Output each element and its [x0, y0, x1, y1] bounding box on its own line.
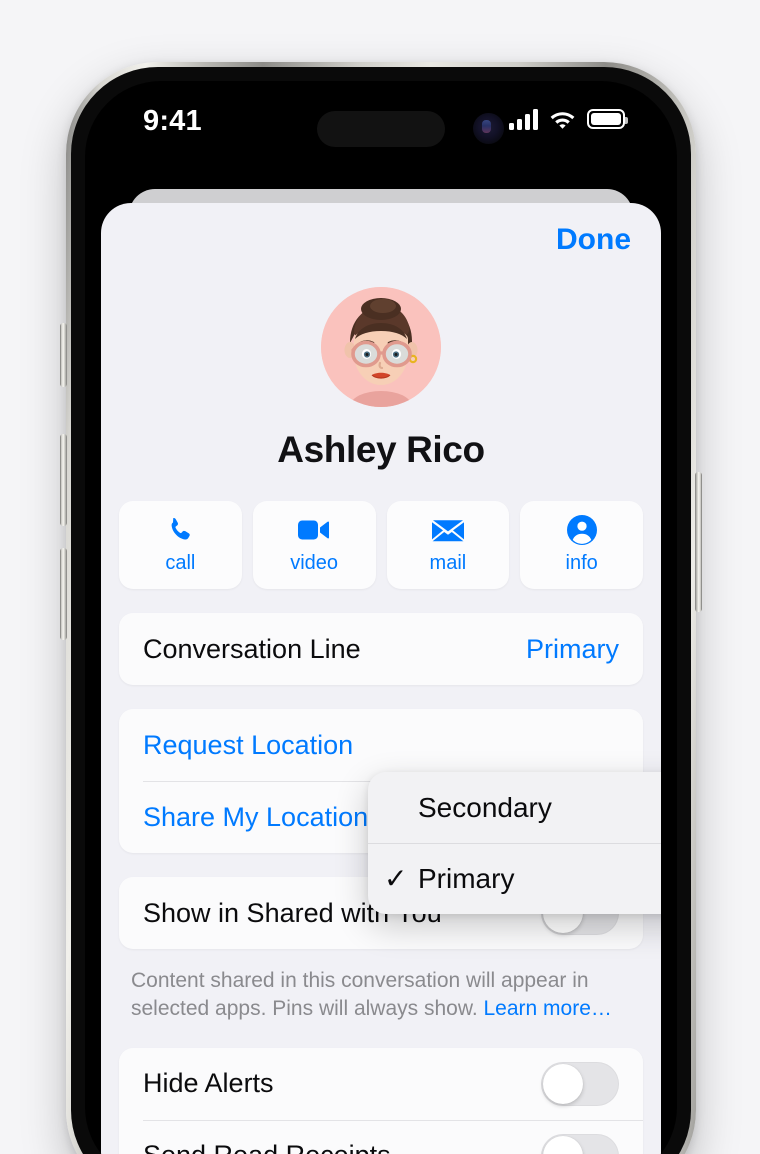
- primary-label: Primary: [418, 862, 515, 894]
- share-my-location-label: Share My Location: [143, 801, 369, 832]
- toggle-knob: [543, 1063, 583, 1104]
- power-button[interactable]: [695, 472, 702, 612]
- sheet-header: Done: [101, 203, 661, 275]
- context-menu-item-secondary[interactable]: Secondary S: [368, 772, 661, 843]
- screenshot-canvas: 9:41 Done Ashley Rico call video mail in…: [0, 0, 760, 1154]
- toggle-knob: [543, 1135, 583, 1154]
- alerts-group: Hide Alerts Send Read Receipts: [119, 1047, 643, 1154]
- dynamic-island: [317, 111, 445, 147]
- conversation-line-value: Primary: [526, 633, 619, 664]
- conversation-line-context-menu: Secondary S ✓ Primary P: [368, 772, 661, 914]
- phone-icon: [165, 515, 195, 545]
- video-button[interactable]: video: [252, 501, 376, 589]
- done-button[interactable]: Done: [556, 223, 631, 257]
- avatar[interactable]: [321, 287, 441, 407]
- conversation-line-group: Conversation Line Primary: [119, 613, 643, 685]
- contact-name: Ashley Rico: [277, 429, 485, 470]
- cellular-signal-icon: [509, 108, 538, 130]
- device-screen: 9:41 Done Ashley Rico call video mail in…: [85, 81, 677, 1154]
- learn-more-link[interactable]: Learn more…: [484, 997, 612, 1020]
- conversation-line-row[interactable]: Conversation Line Primary: [119, 613, 643, 685]
- request-location-label: Request Location: [143, 729, 354, 760]
- memoji-avatar: [321, 287, 441, 407]
- primary-checkmark: ✓: [384, 863, 408, 894]
- device-bezel: 9:41 Done Ashley Rico call video mail in…: [71, 67, 691, 1154]
- wifi-icon: [550, 111, 575, 129]
- status-bar-indicators: [509, 108, 628, 130]
- hide-alerts-row[interactable]: Hide Alerts: [119, 1048, 643, 1120]
- mail-button-label: mail: [429, 552, 467, 574]
- status-bar: 9:41: [85, 81, 677, 159]
- video-camera-icon: [298, 515, 330, 545]
- hide-alerts-label: Hide Alerts: [143, 1068, 274, 1099]
- volume-up-button[interactable]: [60, 434, 67, 526]
- shared-with-you-footnote: Content shared in this conversation will…: [131, 967, 631, 1024]
- envelope-icon: [431, 515, 464, 545]
- info-button[interactable]: info: [520, 501, 643, 589]
- volume-down-button[interactable]: [60, 548, 67, 640]
- camera-lens-glint: [482, 120, 491, 133]
- contact-details-sheet: Done Ashley Rico call video mail info Co…: [101, 203, 661, 1154]
- context-menu-item-primary[interactable]: ✓ Primary P: [368, 843, 661, 914]
- info-button-label: info: [565, 552, 598, 574]
- battery-full-icon: [587, 109, 628, 129]
- send-read-receipts-row[interactable]: Send Read Receipts: [119, 1119, 643, 1154]
- video-button-label: video: [290, 552, 339, 574]
- hide-alerts-toggle[interactable]: [541, 1061, 619, 1106]
- avatar-container: [101, 287, 661, 407]
- conversation-line-label: Conversation Line: [143, 633, 361, 664]
- send-read-receipts-label: Send Read Receipts: [143, 1140, 391, 1154]
- send-read-receipts-toggle[interactable]: [541, 1133, 619, 1154]
- person-circle-icon: [566, 515, 597, 545]
- call-button-label: call: [165, 552, 196, 574]
- secondary-label: Secondary: [418, 791, 552, 823]
- action-button[interactable]: [60, 323, 67, 387]
- iphone-device-frame: 9:41 Done Ashley Rico call video mail in…: [66, 62, 696, 1154]
- quick-actions-row: call video mail info: [119, 501, 643, 589]
- status-bar-time: 9:41: [143, 105, 202, 137]
- call-button[interactable]: call: [119, 501, 242, 589]
- mail-button[interactable]: mail: [386, 501, 510, 589]
- request-location-row[interactable]: Request Location: [119, 709, 643, 781]
